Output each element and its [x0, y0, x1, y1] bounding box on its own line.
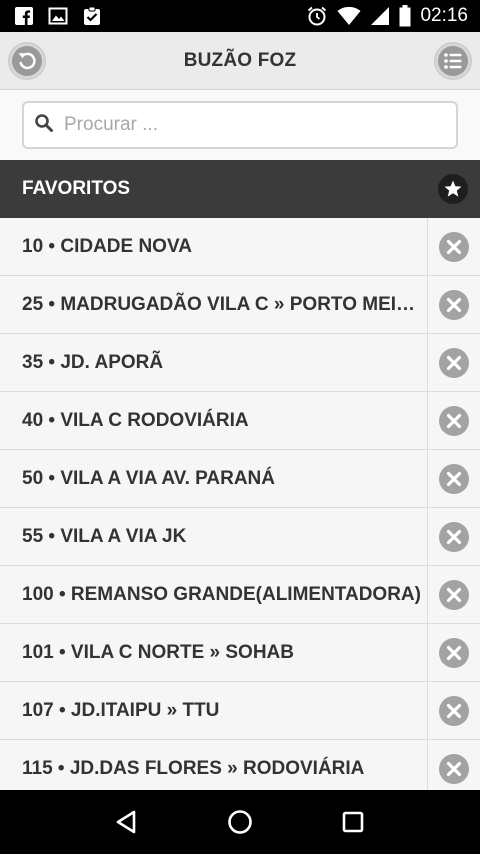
favorite-row[interactable]: 107 • JD.ITAIPU » TTU — [0, 682, 480, 740]
system-nav-bar — [0, 790, 480, 854]
nav-recents-icon — [343, 811, 364, 833]
close-icon — [439, 695, 469, 726]
favorite-row[interactable]: 55 • VILA A VIA JK — [0, 508, 480, 566]
nav-home-icon — [228, 810, 252, 834]
favorite-row-label: 55 • VILA A VIA JK — [22, 526, 187, 547]
remove-favorite-button[interactable] — [427, 624, 480, 681]
favorite-row-label: 25 • MADRUGADÃO VILA C » PORTO MEIRA — [22, 294, 422, 315]
nav-back-button[interactable] — [97, 792, 157, 852]
remove-favorite-button[interactable] — [427, 566, 480, 623]
favorite-row[interactable]: 10 • CIDADE NOVA — [0, 218, 480, 276]
remove-favorite-button[interactable] — [427, 334, 480, 391]
menu-button[interactable] — [434, 42, 472, 80]
remove-favorite-button[interactable] — [427, 276, 480, 333]
favorite-row-label: 40 • VILA C RODOVIÁRIA — [22, 410, 249, 431]
status-bar: 02:16 — [0, 0, 480, 32]
close-icon — [439, 521, 469, 552]
favorite-row[interactable]: 25 • MADRUGADÃO VILA C » PORTO MEIRA — [0, 276, 480, 334]
favorite-row-label: 115 • JD.DAS FLORES » RODOVIÁRIA — [22, 758, 365, 779]
favorite-row-label: 100 • REMANSO GRANDE(ALIMENTADORA) — [22, 584, 421, 605]
search-box[interactable] — [22, 101, 458, 149]
page-title: BUZÃO FOZ — [183, 49, 297, 71]
remove-favorite-button[interactable] — [427, 392, 480, 449]
back-button[interactable] — [8, 42, 46, 80]
favorite-row-label: 10 • CIDADE NOVA — [22, 236, 192, 257]
status-time: 02:16 — [420, 5, 468, 26]
remove-favorite-button[interactable] — [427, 218, 480, 275]
favorites-title: FAVORITOS — [22, 178, 131, 199]
close-icon — [439, 579, 469, 610]
close-icon — [439, 347, 469, 378]
search-area — [0, 90, 480, 160]
facebook-icon — [14, 6, 34, 26]
app-header: BUZÃO FOZ — [0, 32, 480, 90]
close-icon — [439, 231, 469, 262]
alarm-icon — [306, 5, 328, 27]
close-icon — [439, 289, 469, 320]
remove-favorite-button[interactable] — [427, 450, 480, 507]
close-icon — [439, 463, 469, 494]
favorite-row-label: 50 • VILA A VIA AV. PARANÁ — [22, 468, 275, 489]
battery-icon — [399, 5, 411, 27]
list-menu-icon — [438, 46, 468, 76]
favorite-row[interactable]: 101 • VILA C NORTE » SOHAB — [0, 624, 480, 682]
search-input[interactable] — [64, 114, 424, 136]
favorite-row[interactable]: 115 • JD.DAS FLORES » RODOVIÁRIA — [0, 740, 480, 790]
status-left-icons — [0, 6, 102, 26]
favorite-row[interactable]: 35 • JD. APORÃ — [0, 334, 480, 392]
remove-favorite-button[interactable] — [427, 740, 480, 790]
remove-favorite-button[interactable] — [427, 508, 480, 565]
favorites-header: FAVORITOS — [0, 160, 480, 218]
close-icon — [439, 405, 469, 436]
nav-home-button[interactable] — [210, 792, 270, 852]
close-icon — [439, 637, 469, 668]
favorite-row-label: 101 • VILA C NORTE » SOHAB — [22, 642, 295, 663]
nav-recents-button[interactable] — [323, 792, 383, 852]
back-arrow-icon — [12, 46, 42, 76]
favorite-row[interactable]: 100 • REMANSO GRANDE(ALIMENTADORA) — [0, 566, 480, 624]
search-icon — [34, 113, 54, 138]
favorite-row[interactable]: 50 • VILA A VIA AV. PARANÁ — [0, 450, 480, 508]
favorite-row-label: 35 • JD. APORÃ — [22, 352, 164, 373]
close-icon — [439, 753, 469, 784]
wifi-icon — [337, 6, 361, 26]
clipboard-check-icon — [82, 6, 102, 26]
favorites-list: 10 • CIDADE NOVA 25 • MADRUGADÃO VILA C »… — [0, 218, 480, 790]
image-icon — [48, 6, 68, 26]
remove-favorite-button[interactable] — [427, 682, 480, 739]
nav-back-icon — [116, 810, 135, 834]
signal-icon — [370, 6, 390, 26]
star-icon[interactable] — [438, 174, 468, 204]
favorite-row-label: 107 • JD.ITAIPU » TTU — [22, 700, 220, 721]
favorite-row[interactable]: 40 • VILA C RODOVIÁRIA — [0, 392, 480, 450]
status-right-icons: 02:16 — [306, 5, 480, 27]
